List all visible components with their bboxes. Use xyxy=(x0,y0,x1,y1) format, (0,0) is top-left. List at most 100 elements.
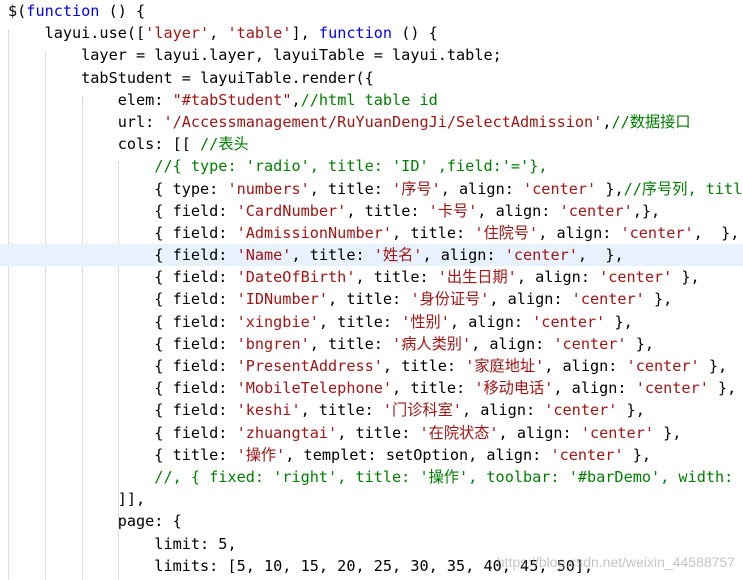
code-line[interactable]: { field: 'MobileTelephone', title: '移动电话… xyxy=(0,377,743,399)
code-token: 'bngren' xyxy=(236,334,310,353)
code-token: 'center' xyxy=(504,246,578,265)
code-token: //html table id xyxy=(300,90,438,109)
code-token: '性别' xyxy=(401,312,450,331)
code-token: 'center' xyxy=(550,445,624,464)
code-token: { field: xyxy=(8,223,237,242)
code-token: 'numbers' xyxy=(227,179,310,198)
code-token: 'center' xyxy=(523,179,597,198)
code-line[interactable]: elem: "#tabStudent",//html table id xyxy=(0,89,743,111)
code-line[interactable]: { field: 'xingbie', title: '性别', align: … xyxy=(0,311,743,333)
code-line[interactable]: url: '/Accessmanagement/RuYuanDengJi/Sel… xyxy=(0,111,743,133)
code-token: , title: xyxy=(346,201,429,220)
code-token: ,}, xyxy=(632,201,661,220)
code-token: layer = layui.layer, layuiTable = layui.… xyxy=(8,46,502,65)
code-line[interactable]: page: { xyxy=(0,510,743,532)
code-token: function xyxy=(26,2,100,20)
code-line[interactable]: { field: 'AdmissionNumber', title: '住院号'… xyxy=(0,222,743,244)
code-token: , align: xyxy=(461,401,545,420)
code-line[interactable]: { field: 'IDNumber', title: '身份证号', alig… xyxy=(0,288,743,310)
code-token: '序号' xyxy=(392,179,441,198)
code-token: url: xyxy=(8,112,164,131)
code-token: 'center' xyxy=(599,268,673,287)
code-line[interactable]: { field: 'CardNumber', title: '卡号', alig… xyxy=(0,200,743,222)
code-token: 'table' xyxy=(227,24,292,43)
code-token: , title: xyxy=(337,423,420,442)
code-token: }, xyxy=(623,445,652,464)
code-line[interactable]: limit: 5, xyxy=(0,533,743,555)
code-line[interactable]: { field: 'keshi', title: '门诊科室', align: … xyxy=(0,399,743,421)
code-line[interactable]: layui.use(['layer', 'table'], function (… xyxy=(0,22,743,44)
code-line[interactable]: cols: [[ //表头 xyxy=(0,133,743,155)
code-token: , align: xyxy=(449,312,533,331)
code-line[interactable]: { type: 'numbers', title: '序号', align: '… xyxy=(0,178,743,200)
code-token: , align: xyxy=(538,223,621,242)
code-token: $( xyxy=(8,2,27,20)
code-lines: $(function () { layui.use(['layer', 'tab… xyxy=(0,0,743,580)
code-token: , align: xyxy=(516,268,600,287)
code-token: }, xyxy=(605,312,633,331)
code-token: , align: xyxy=(477,201,560,220)
code-token: , xyxy=(291,90,301,109)
code-token: 'AdmissionNumber' xyxy=(236,223,393,242)
code-token: , align: xyxy=(422,246,505,265)
code-line[interactable]: { field: 'DateOfBirth', title: '出生日期', a… xyxy=(0,266,743,288)
code-token: { field: xyxy=(8,357,237,375)
code-token: }, xyxy=(596,179,624,198)
code-token: }, xyxy=(699,357,728,375)
code-token: () { xyxy=(392,24,438,43)
code-token: ], xyxy=(291,24,319,43)
code-token: 'center' xyxy=(559,201,633,220)
code-token: , title: xyxy=(309,334,393,353)
code-token: , align: xyxy=(489,290,572,309)
code-token: , title: xyxy=(328,290,411,309)
code-token: ]], xyxy=(8,490,146,509)
code-line[interactable]: tabStudent = layuiTable.render({ xyxy=(0,67,743,89)
code-token: limit: 5, xyxy=(8,534,237,553)
code-token: '身份证号' xyxy=(410,290,490,309)
code-line[interactable]: ]], xyxy=(0,488,743,510)
code-line[interactable]: { field: 'PresentAddress', title: '家庭地址'… xyxy=(0,355,743,377)
code-token: , templet: setOption, align: xyxy=(285,445,551,464)
code-token: '/Accessmanagement/RuYuanDengJi/SelectAd… xyxy=(163,112,603,131)
code-token: 'center' xyxy=(626,357,700,375)
code-token: , }, xyxy=(577,246,624,265)
code-token: 'center' xyxy=(635,379,709,398)
code-token: , xyxy=(602,112,612,131)
code-token: 'keshi' xyxy=(236,401,301,420)
code-token: , align: xyxy=(544,357,627,375)
code-token: { type: xyxy=(8,179,228,198)
code-token: 'xingbie' xyxy=(236,312,319,331)
code-line[interactable]: $(function () { xyxy=(0,0,743,22)
code-token: , title: xyxy=(392,379,475,398)
code-token: , title: xyxy=(318,312,402,331)
code-token: '操作' xyxy=(236,445,286,464)
code-token: '姓名' xyxy=(373,246,423,265)
code-editor[interactable]: $(function () { layui.use(['layer', 'tab… xyxy=(0,0,743,580)
code-line[interactable]: { field: 'bngren', title: '病人类别', align:… xyxy=(0,333,743,355)
code-token: , align: xyxy=(553,379,636,398)
code-line[interactable]: layer = layui.layer, layuiTable = layui.… xyxy=(0,44,743,66)
code-token: tabStudent = layuiTable.render({ xyxy=(8,68,374,87)
code-token: , }, xyxy=(693,223,740,242)
code-line[interactable]: { title: '操作', templet: setOption, align… xyxy=(0,444,743,466)
code-line[interactable]: { field: 'Name', title: '姓名', align: 'ce… xyxy=(0,244,743,267)
code-token: () { xyxy=(99,2,146,20)
code-token: { field: xyxy=(8,334,237,353)
code-token: '在院状态' xyxy=(419,423,499,442)
code-line[interactable]: { field: 'zhuangtai', title: '在院状态', ali… xyxy=(0,422,743,444)
code-token: '住院号' xyxy=(474,223,539,242)
code-token: , title: xyxy=(291,246,374,265)
code-token: //序号列, titl xyxy=(623,179,743,198)
code-token: , align: xyxy=(440,179,524,198)
code-line[interactable]: //{ type: 'radio', title: 'ID' ,field:'=… xyxy=(0,155,743,177)
code-line[interactable]: //, { fixed: 'right', title: '操作', toolb… xyxy=(0,466,743,488)
code-token: //数据接口 xyxy=(611,112,691,131)
code-token: 'center' xyxy=(544,401,618,420)
code-token: 'center' xyxy=(532,312,606,331)
code-token: '出生日期' xyxy=(437,268,517,287)
code-token: 'center' xyxy=(553,334,627,353)
code-token: layui.use([ xyxy=(8,24,146,43)
code-token: , title: xyxy=(355,268,438,287)
code-token: page: { xyxy=(8,512,182,531)
code-token: , align: xyxy=(498,423,581,442)
